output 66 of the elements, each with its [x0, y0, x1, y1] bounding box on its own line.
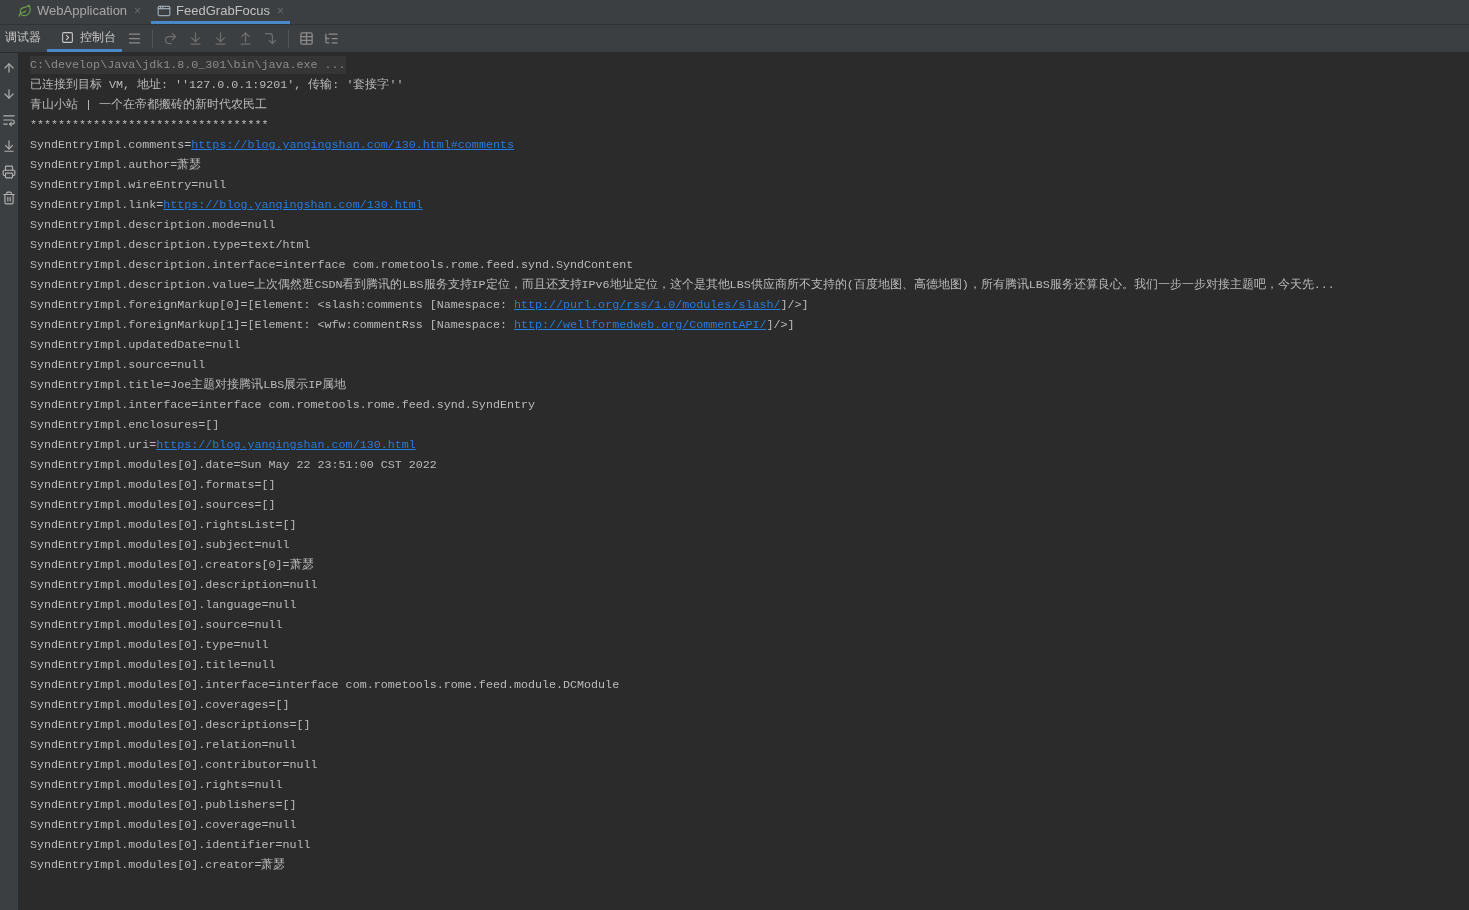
console-text: SyndEntryImpl.modules[0].relation=null [30, 738, 297, 752]
wrap-icon[interactable] [2, 113, 16, 127]
close-button[interactable]: × [277, 1, 285, 20]
console-text: SyndEntryImpl.description.type=text/html [30, 238, 311, 252]
console-text: SyndEntryImpl.comments= [30, 138, 192, 152]
console-text: SyndEntryImpl.modules[0].rights=null [30, 778, 283, 792]
console-text: SyndEntryImpl.modules[0].descriptions=[] [30, 718, 311, 732]
console-text: SyndEntryImpl.enclosures=[] [30, 418, 220, 432]
console-text: SyndEntryImpl.description.value=上次偶然逛CSDN看到腾讯的LBS服务支持IP定位，而且还支持IPv6地址定位，这个是其他LBS供应商所不支持的(百度地图、高德地图)，所有腾讯LBS服务还算良心。我们一步一步对接主题吧，今天先... [30, 278, 1335, 292]
console-link[interactable]: http://purl.org/rss/1.0/modules/slash/ [513, 298, 781, 312]
console-text: SyndEntryImpl.foreignMarkup[1]=[Element: <wfw:commentRss [Namespace: [30, 318, 508, 332]
console-text: SyndEntryImpl.modules[0].coverage=null [30, 818, 297, 832]
table-icon[interactable] [299, 31, 314, 46]
console-text: SyndEntryImpl.modules[0].source=null [30, 618, 283, 632]
console-text: SyndEntryImpl.modules[0].interface=interface com.rometools.rome.feed.module.DCModule [30, 678, 620, 692]
console-text: SyndEntryImpl.modules[0].subject=null [30, 538, 290, 552]
console-text: SyndEntryImpl.modules[0].publishers=[] [30, 798, 297, 812]
tab-label: WebApplication [37, 1, 128, 20]
console-text: SyndEntryImpl.author=萧瑟 [30, 158, 202, 172]
console-text: SyndEntryImpl.modules[0].creator=萧瑟 [30, 858, 286, 872]
console-text: SyndEntryImpl.modules[0].description=null [30, 578, 318, 592]
tool-tab-label: 调试器 [5, 29, 41, 46]
console-text: SyndEntryImpl.modules[0].language=null [30, 598, 297, 612]
printer-icon[interactable] [2, 165, 16, 179]
close-button[interactable]: × [134, 1, 142, 20]
console-text: SyndEntryImpl.foreignMarkup[0]=[Element: <slash:comments [Namespace: [30, 298, 508, 312]
console-text: SyndEntryImpl.wireEntry=null [30, 178, 227, 192]
console-text: SyndEntryImpl.source=null [30, 358, 206, 372]
list-icon[interactable] [324, 31, 339, 46]
console-link[interactable]: https://blog.yanqingshan.com/130.html [156, 438, 416, 452]
console-link[interactable]: http://wellformedweb.org/CommentAPI/ [513, 318, 767, 332]
console-command: C:\develop\Java\jdk1.8.0_301\bin\java.exe ... [30, 56, 346, 74]
tab-label: FeedGrabFocus [176, 1, 271, 20]
console-text: SyndEntryImpl.modules[0].contributor=null [30, 758, 318, 772]
console-text: ********************************** [30, 118, 269, 132]
console-text: SyndEntryImpl.modules[0].creators[0]=萧瑟 [30, 558, 314, 572]
tool-tab[interactable]: 控制台 [47, 25, 122, 52]
console-text: SyndEntryImpl.modules[0].sources=[] [30, 498, 276, 512]
console-text: SyndEntryImpl.modules[0].coverages=[] [30, 698, 290, 712]
console-text: SyndEntryImpl.modules[0].formats=[] [30, 478, 276, 492]
console-text: SyndEntryImpl.modules[0].title=null [30, 658, 276, 672]
console-text: ]/>] [766, 318, 795, 332]
console-text: SyndEntryImpl.modules[0].rightsList=[] [30, 518, 297, 532]
menu-icon[interactable] [127, 31, 142, 46]
console-text: SyndEntryImpl.updatedDate=null [30, 338, 241, 352]
console-text: ]/>] [780, 298, 809, 312]
console-text: SyndEntryImpl.modules[0].date=Sun May 22 23:51:00 CST 2022 [30, 458, 437, 472]
tool-tab[interactable]: 调试器 [1, 25, 45, 52]
console-text: SyndEntryImpl.modules[0].identifier=null [30, 838, 311, 852]
console-text: SyndEntryImpl.description.mode=null [30, 218, 276, 232]
editor-tab[interactable]: WebApplication × [12, 0, 148, 24]
console-text: SyndEntryImpl.interface=interface com.rometools.rome.feed.synd.SyndEntry [30, 398, 535, 412]
tool-tab-label: 控制台 [80, 29, 116, 46]
console-text: SyndEntryImpl.description.interface=interface com.rometools.rome.feed.synd.SyndContent [30, 258, 634, 272]
console-link[interactable]: https://blog.yanqingshan.com/130.html [163, 198, 423, 212]
console-text: SyndEntryImpl.uri= [30, 438, 157, 452]
console-text: 青山小站 | 一个在帝都搬砖的新时代农民工 [30, 98, 268, 112]
window-icon [157, 3, 172, 18]
leaf-icon [18, 3, 32, 18]
trash-icon[interactable] [2, 191, 16, 205]
console-text: 已连接到目标 VM, 地址: ''127.0.0.1:9201', 传输: '套接字'' [30, 78, 404, 92]
console-text: SyndEntryImpl.link= [30, 198, 164, 212]
console-text: SyndEntryImpl.modules[0].type=null [30, 638, 269, 652]
console-link[interactable]: https://blog.yanqingshan.com/130.html#comments [191, 138, 514, 152]
console-text: SyndEntryImpl.title=Joe主题对接腾讯LBS展示IP属地 [30, 378, 347, 392]
console-icon [61, 30, 74, 44]
